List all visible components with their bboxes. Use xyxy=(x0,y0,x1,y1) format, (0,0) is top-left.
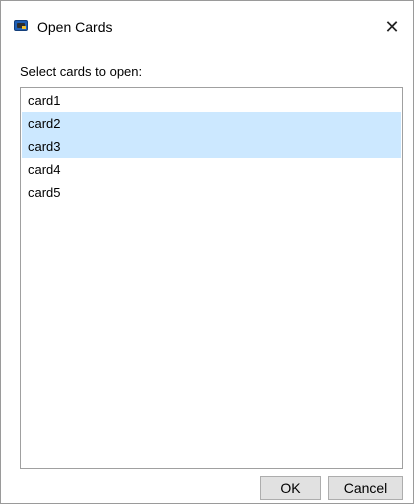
cancel-button[interactable]: Cancel xyxy=(328,476,403,500)
window-title: Open Cards xyxy=(37,19,113,35)
cards-listbox[interactable]: card1 card2 card3 card4 card5 xyxy=(20,87,403,469)
app-card-icon xyxy=(14,20,28,31)
close-icon: ✕ xyxy=(384,17,400,37)
select-prompt-label: Select cards to open: xyxy=(20,64,143,79)
ok-button[interactable]: OK xyxy=(260,476,321,500)
list-item-card2[interactable]: card2 xyxy=(22,112,401,135)
title-bar[interactable]: Open Cards ✕ xyxy=(1,1,413,45)
list-item-card4[interactable]: card4 xyxy=(22,158,401,181)
open-cards-dialog: Open Cards ✕ Select cards to open: card1… xyxy=(0,0,414,504)
list-item-card1[interactable]: card1 xyxy=(22,89,401,112)
close-button[interactable]: ✕ xyxy=(377,13,407,41)
list-item-card3[interactable]: card3 xyxy=(22,135,401,158)
list-item-card5[interactable]: card5 xyxy=(22,181,401,204)
